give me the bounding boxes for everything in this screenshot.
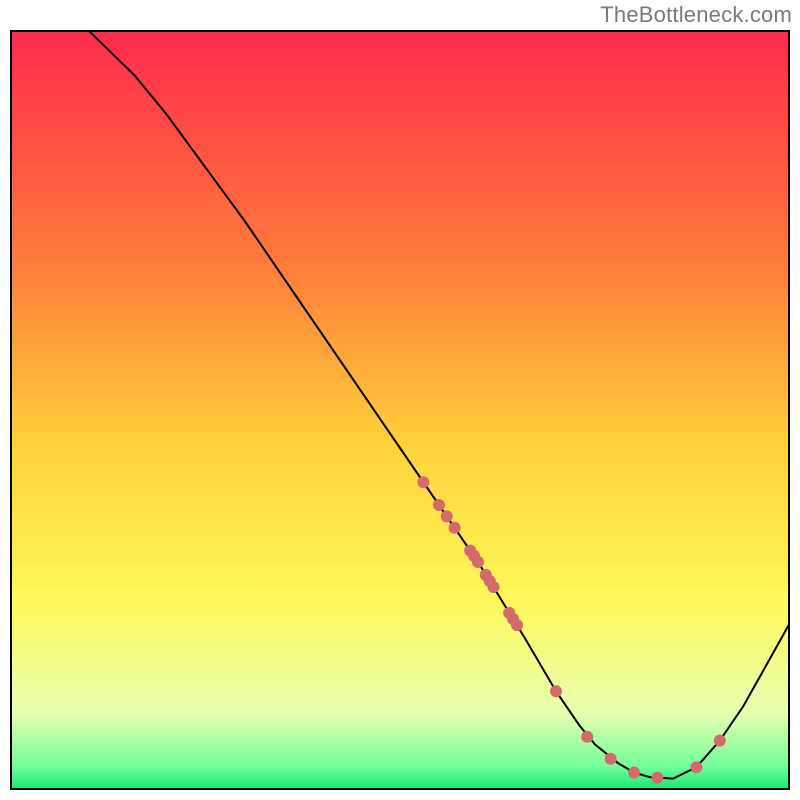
chart-point	[449, 522, 461, 534]
chart-point	[417, 476, 429, 488]
chart-point	[605, 753, 617, 765]
chart-point	[472, 556, 484, 568]
chart-point	[714, 735, 726, 747]
chart-point	[550, 685, 562, 697]
chart-point	[581, 731, 593, 743]
chart-point	[488, 581, 500, 593]
watermark-text: TheBottleneck.com	[600, 2, 792, 28]
bottleneck-chart	[10, 30, 790, 790]
chart-point	[441, 510, 453, 522]
chart-point	[651, 772, 663, 784]
chart-point	[690, 761, 702, 773]
chart-point	[433, 499, 445, 511]
chart-background	[11, 31, 789, 789]
chart-point	[628, 767, 640, 779]
chart-point	[511, 619, 523, 631]
